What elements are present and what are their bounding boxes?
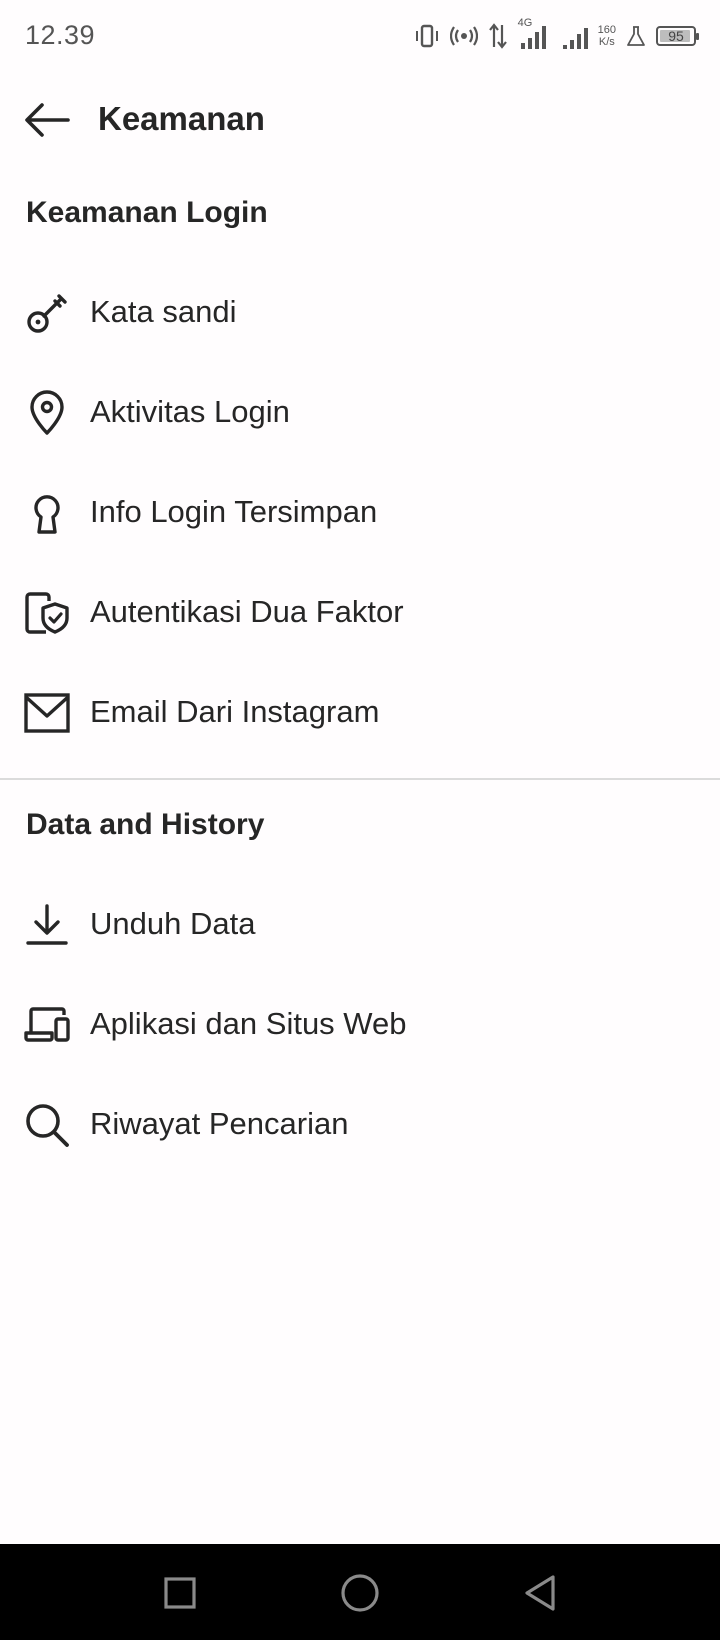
menu-item-label: Autentikasi Dua Faktor [90, 594, 404, 629]
menu-item-label: Unduh Data [90, 906, 256, 941]
data-transfer-icon [488, 23, 507, 49]
network-speed: 160 K/s [597, 24, 616, 48]
flask-icon [627, 26, 645, 46]
key-icon [24, 290, 70, 336]
section-title-login: Keamanan Login [26, 196, 268, 229]
section-title-data-history: Data and History [26, 808, 265, 841]
menu-item-apps-websites[interactable]: Aplikasi dan Situs Web [0, 979, 720, 1069]
menu-item-search-history[interactable]: Riwayat Pencarian [0, 1079, 720, 1169]
menu-item-download-data[interactable]: Unduh Data [0, 879, 720, 969]
section-divider [0, 778, 720, 780]
recents-button[interactable] [157, 1570, 203, 1616]
location-pin-icon [24, 390, 70, 436]
nav-back-button[interactable] [517, 1570, 563, 1616]
download-icon [24, 902, 70, 948]
vibrate-icon [415, 24, 438, 48]
status-bar: 12.39 4G 160 K/s 95 [0, 0, 720, 76]
menu-item-label: Riwayat Pencarian [90, 1106, 349, 1141]
menu-item-login-activity[interactable]: Aktivitas Login [0, 367, 720, 457]
menu-item-label: Email Dari Instagram [90, 694, 380, 729]
header: Keamanan [0, 76, 720, 164]
status-icons: 4G 160 K/s 95 [414, 17, 699, 54]
hotspot-icon [449, 26, 478, 46]
navigation-bar [0, 1544, 720, 1640]
keyhole-icon [24, 490, 70, 536]
menu-item-email-from-instagram[interactable]: Email Dari Instagram [0, 667, 720, 757]
back-arrow-icon [25, 103, 70, 137]
page-title: Keamanan [98, 100, 265, 137]
menu-item-label: Info Login Tersimpan [90, 494, 378, 529]
menu-item-password[interactable]: Kata sandi [0, 267, 720, 357]
menu-item-label: Aktivitas Login [90, 394, 290, 429]
mail-icon [24, 690, 70, 736]
signal-icon [562, 28, 588, 49]
phone-shield-icon [24, 590, 70, 636]
search-icon [24, 1102, 70, 1148]
signal-4g-icon: 4G [518, 17, 552, 51]
devices-icon [24, 1002, 70, 1048]
back-button[interactable] [22, 98, 72, 142]
home-button[interactable] [337, 1570, 383, 1616]
recents-square-icon [164, 1577, 196, 1609]
battery-icon: 95 [656, 26, 699, 46]
menu-item-label: Kata sandi [90, 294, 237, 329]
menu-item-saved-login-info[interactable]: Info Login Tersimpan [0, 467, 720, 557]
back-triangle-icon [525, 1575, 555, 1611]
home-circle-icon [341, 1574, 379, 1612]
menu-item-label: Aplikasi dan Situs Web [90, 1006, 407, 1041]
status-time: 12.39 [25, 20, 96, 50]
menu-item-two-factor-auth[interactable]: Autentikasi Dua Faktor [0, 567, 720, 657]
